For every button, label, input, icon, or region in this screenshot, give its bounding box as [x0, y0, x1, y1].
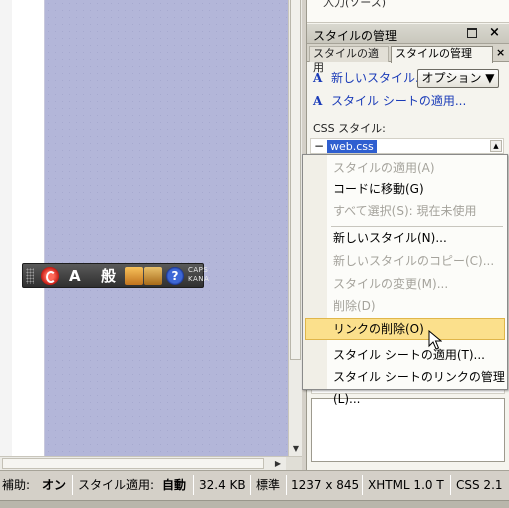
maximize-icon[interactable]	[467, 28, 477, 38]
attach-stylesheet-link[interactable]: A スタイル シートの適用...	[313, 92, 466, 110]
ime-pad-icon[interactable]	[125, 267, 143, 285]
status-bar: 補助: オン スタイル適用: 自動 32.4 KB 標準 1237 x 845 …	[0, 470, 509, 500]
menu-item-select-all[interactable]: すべて選択(S): 現在未使用	[305, 200, 505, 222]
status-separator	[362, 475, 363, 495]
tools-box-icon[interactable]	[144, 267, 162, 285]
attach-stylesheet-label: スタイル シートの適用...	[331, 94, 467, 108]
status-separator	[286, 475, 287, 495]
scroll-corner	[286, 457, 302, 470]
grip-handle-icon[interactable]	[26, 268, 34, 284]
assist-value[interactable]: オン	[42, 476, 66, 494]
design-canvas[interactable]	[0, 0, 288, 456]
dictionary-mode-button[interactable]: 般	[101, 266, 116, 286]
menu-item-go-to-code[interactable]: コードに移動(G)	[305, 178, 505, 200]
style-apply-label: スタイル適用:	[78, 478, 155, 492]
vertical-scroll-thumb[interactable]	[290, 0, 301, 360]
status-separator	[72, 475, 73, 495]
css-version[interactable]: CSS 2.1	[456, 476, 503, 494]
css-styles-label: CSS スタイル:	[313, 122, 386, 135]
previous-panel-label: 入力(ソース)	[323, 0, 387, 9]
menu-item-modify-style[interactable]: スタイルの変更(M)...	[305, 273, 505, 295]
ime-logo-icon[interactable]	[41, 267, 59, 285]
caps-label: CAPS	[188, 266, 209, 274]
ime-language-bar[interactable]: A 般 ? CAPS KANA	[22, 263, 209, 288]
new-style-icon: A	[313, 71, 323, 85]
style-apply-value[interactable]: 自動	[162, 476, 186, 494]
menu-item-delete[interactable]: 削除(D)	[305, 295, 505, 317]
vertical-scrollbar[interactable]: ▼	[288, 0, 302, 456]
close-icon[interactable]: ×	[489, 25, 500, 40]
horizontal-scroll-thumb[interactable]	[2, 458, 264, 469]
stylesheet-name[interactable]: web.css	[327, 140, 377, 153]
page-body-area[interactable]	[45, 0, 288, 456]
panel-title: スタイルの管理	[313, 29, 398, 43]
options-button[interactable]: オプション ▼	[417, 69, 499, 88]
input-mode-button[interactable]: A	[69, 266, 81, 286]
panel-tabs: スタイルの適用 スタイルの管理 ×	[307, 44, 509, 74]
status-separator	[193, 475, 194, 495]
scroll-down-arrow-icon[interactable]: ▼	[291, 444, 301, 454]
page-resolution[interactable]: 1237 x 845	[291, 476, 359, 494]
collapse-icon[interactable]: −	[314, 139, 324, 153]
tab-close-icon[interactable]: ×	[496, 46, 505, 59]
view-mode[interactable]: 標準	[256, 476, 280, 494]
horizontal-scrollbar[interactable]: ▶	[0, 456, 302, 470]
kana-label: KANA	[188, 275, 210, 283]
new-style-label: 新しいスタイル...	[331, 71, 427, 85]
doctype[interactable]: XHTML 1.0 T	[368, 476, 444, 494]
mouse-cursor-icon	[428, 330, 442, 350]
menu-item-apply-style[interactable]: スタイルの適用(A)	[305, 157, 505, 179]
tab-manage-styles[interactable]: スタイルの管理	[391, 46, 493, 63]
attach-stylesheet-icon: A	[313, 94, 323, 108]
status-separator	[250, 475, 251, 495]
menu-item-manage-stylesheet-links[interactable]: スタイル シートのリンクの管理(L)...	[305, 366, 505, 406]
menu-item-new-style[interactable]: 新しいスタイル(N)...	[305, 227, 505, 249]
scroll-right-arrow-icon[interactable]: ▶	[272, 457, 284, 470]
caps-kana-indicator: CAPS KANA	[188, 266, 209, 284]
menu-item-remove-link[interactable]: リンクの削除(O)	[305, 318, 505, 340]
status-separator	[450, 475, 451, 495]
scroll-up-arrow-icon[interactable]: ▲	[490, 140, 502, 152]
context-menu: スタイルの適用(A) コードに移動(G) すべて選択(S): 現在未使用 新しい…	[302, 154, 508, 406]
previous-panel-item: 入力(ソース)	[307, 0, 509, 23]
stylesheet-tree-item[interactable]: − web.css ▲	[310, 138, 504, 154]
new-style-link[interactable]: A 新しいスタイル...	[313, 69, 426, 87]
menu-item-new-style-copy[interactable]: 新しいスタイルのコピー(C)...	[305, 250, 505, 272]
tab-apply-styles[interactable]: スタイルの適用	[309, 46, 389, 74]
taskbar-edge	[0, 500, 509, 508]
help-icon[interactable]: ?	[166, 267, 184, 285]
panel-titlebar: スタイルの管理 ×	[307, 24, 509, 44]
assist-label: 補助:	[2, 478, 31, 492]
file-size: 32.4 KB	[199, 478, 246, 492]
canvas-margin	[0, 0, 12, 456]
menu-item-attach-stylesheet[interactable]: スタイル シートの適用(T)...	[305, 344, 505, 366]
